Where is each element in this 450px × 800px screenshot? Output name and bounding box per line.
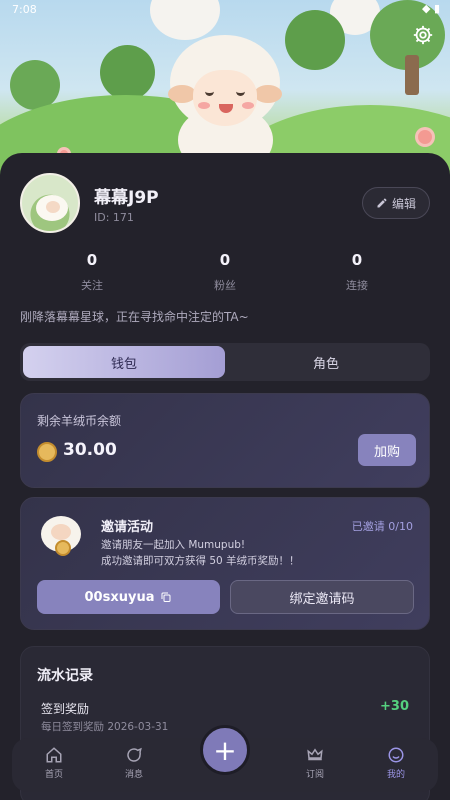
banner-flower (418, 130, 432, 144)
nav-subscribe[interactable]: 订阅 (285, 746, 345, 780)
stat-following-value: 0 (86, 251, 98, 269)
banner-tree (100, 45, 155, 100)
nav-messages-label: 消息 (124, 770, 143, 780)
nav-mine-label: 我的 (386, 770, 405, 780)
crown-icon (307, 748, 323, 761)
buy-button[interactable]: 加购 (358, 434, 416, 466)
nav-messages[interactable]: 消息 (104, 746, 164, 780)
profile-tabs: 钱包 角色 (20, 343, 430, 381)
invite-description-line1: 邀请朋友一起加入 Mumupub! (101, 539, 246, 551)
record-date: 每日签到奖励 2026-03-31 (41, 721, 169, 733)
pencil-icon (377, 198, 387, 208)
profile-bio: 刚降落幕幕星球，正在寻找命中注定的TA~ (20, 310, 249, 324)
wallet-title: 剩余羊绒币余额 (37, 414, 122, 428)
add-button[interactable]: + (200, 725, 250, 775)
status-icons: ◆ ▮ (421, 2, 440, 15)
profile-sheet: 幕幕J9P ID: 171 编辑 0 关注 0 粉丝 0 连接 刚降落幕幕星球，… (0, 153, 450, 800)
invite-card: 邀请活动 已邀请 0/10 邀请朋友一起加入 Mumupub! 成功邀请即可双方… (20, 497, 430, 630)
home-icon (46, 747, 62, 763)
tab-role[interactable]: 角色 (225, 346, 427, 378)
stat-connections[interactable]: 0 连接 (317, 251, 397, 293)
wallet-balance: 30.00 (63, 440, 117, 460)
record-name: 签到奖励 (41, 702, 90, 716)
nav-home[interactable]: 首页 (24, 746, 84, 780)
status-time: 7:08 (12, 3, 37, 16)
tab-wallet[interactable]: 钱包 (23, 346, 225, 378)
wallet-card: 剩余羊绒币余额 30.00 加购 (20, 393, 430, 488)
gear-icon (413, 25, 433, 45)
stat-followers-label: 粉丝 (214, 279, 236, 292)
message-icon (127, 747, 142, 762)
nav-subscribe-label: 订阅 (305, 770, 324, 780)
stat-followers-value: 0 (219, 251, 231, 269)
record-amount: +30 (380, 699, 409, 714)
bind-invite-code-button[interactable]: 绑定邀请码 (230, 580, 414, 614)
nav-mine[interactable]: 我的 (366, 746, 426, 780)
user-id: ID: 171 (94, 211, 134, 224)
invite-code: 00sxuyua (84, 589, 155, 605)
copy-invite-code-button[interactable]: 00sxuyua (37, 580, 220, 614)
records-title: 流水记录 (37, 668, 93, 684)
edit-label: 编辑 (391, 196, 416, 211)
stat-following[interactable]: 0 关注 (52, 251, 132, 293)
coin-icon (37, 442, 57, 462)
invite-status: 已邀请 0/10 (351, 520, 413, 533)
banner-tree-trunk (405, 55, 419, 95)
stat-followers[interactable]: 0 粉丝 (185, 251, 265, 293)
profile-stats: 0 关注 0 粉丝 0 连接 (0, 251, 450, 295)
banner-tree (285, 10, 345, 70)
invite-title: 邀请活动 (101, 520, 154, 535)
settings-button[interactable] (412, 24, 438, 50)
stat-following-label: 关注 (81, 279, 103, 292)
avatar[interactable] (20, 173, 80, 233)
stat-connections-value: 0 (351, 251, 363, 269)
copy-icon (161, 592, 171, 602)
invite-description-line2: 成功邀请即可双方获得 50 羊绒币奖励！！ (101, 555, 300, 567)
stat-connections-label: 连接 (346, 279, 368, 292)
nav-home-label: 首页 (44, 770, 63, 780)
sheep-coin-icon (37, 512, 85, 560)
smile-icon (388, 747, 404, 763)
username: 幕幕J9P (94, 188, 159, 208)
edit-profile-button[interactable]: 编辑 (362, 187, 430, 219)
sheep-mascot-illustration (160, 30, 290, 175)
